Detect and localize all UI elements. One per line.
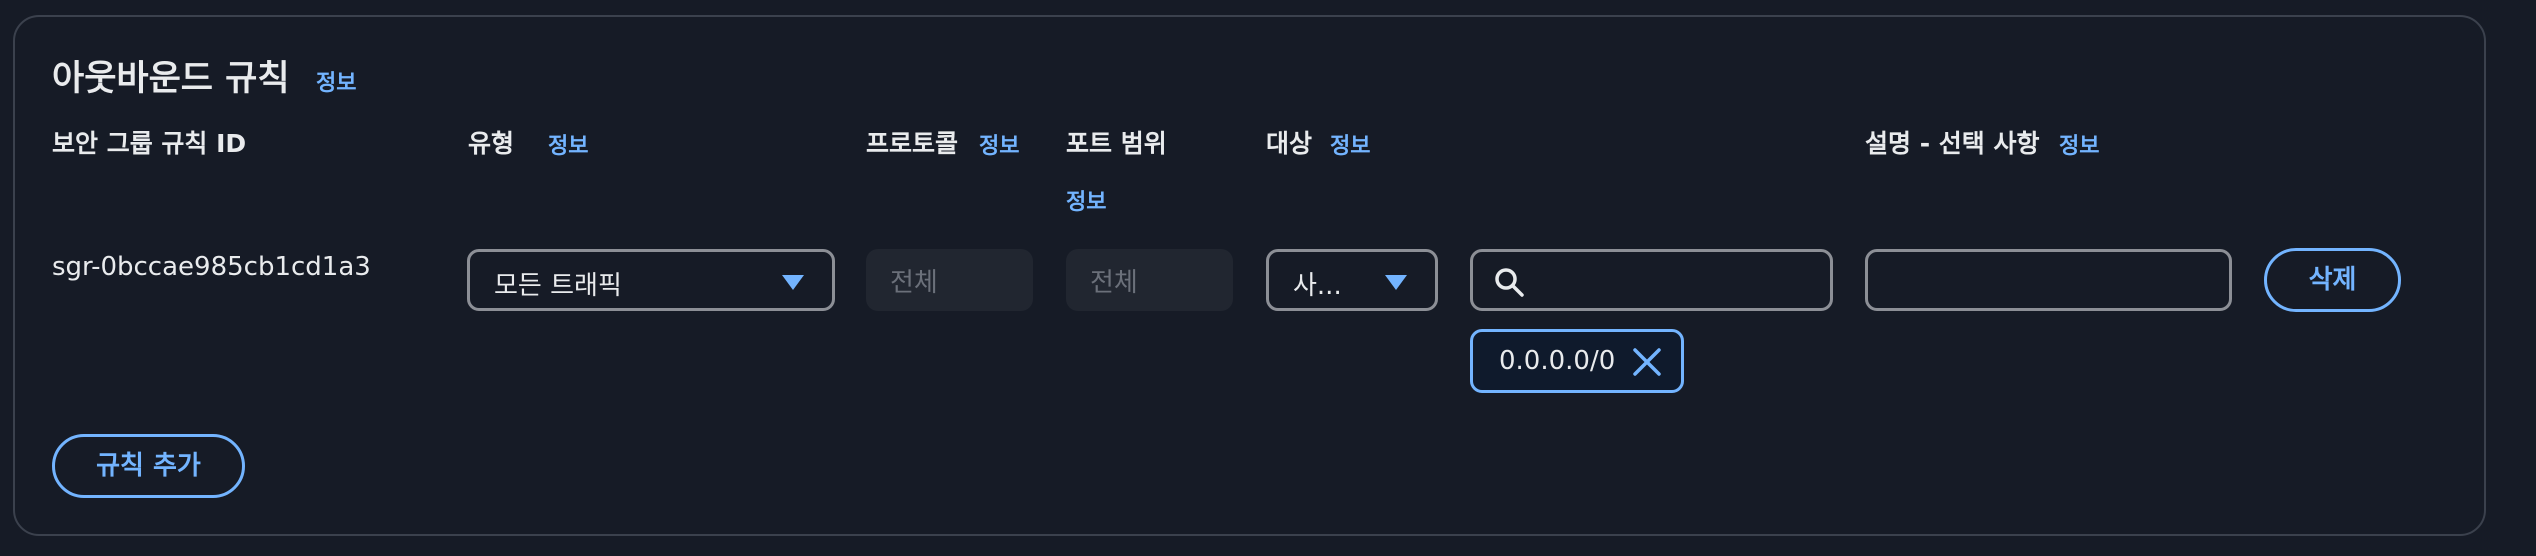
caret-down-icon [782, 275, 804, 290]
column-header-description: 설명 - 선택 사항 [1865, 129, 2040, 158]
column-header-port-range: 포트 범위 [1066, 129, 1167, 158]
column-header-type: 유형 [468, 129, 515, 158]
protocol-info-link[interactable]: 정보 [979, 128, 1019, 160]
description-input[interactable] [1865, 249, 2232, 311]
close-icon[interactable] [1631, 346, 1663, 378]
caret-down-icon [1385, 275, 1407, 290]
column-header-destination: 대상 [1266, 129, 1313, 158]
destination-info-link[interactable]: 정보 [1330, 128, 1370, 160]
column-header-rule-id: 보안 그룹 규칙 ID [52, 129, 247, 158]
destination-token-label: 0.0.0.0/0 [1499, 346, 1616, 376]
delete-rule-button[interactable]: 삭제 [2264, 248, 2401, 312]
destination-type-value: 사... [1293, 271, 1342, 301]
type-select-value: 모든 트래픽 [494, 271, 622, 301]
section-title: 아웃바운드 규칙 [52, 50, 290, 101]
destination-type-select[interactable]: 사... [1266, 249, 1438, 311]
protocol-input: 전체 [866, 249, 1033, 311]
column-header-protocol: 프로토콜 [866, 129, 959, 158]
port-range-input: 전체 [1066, 249, 1233, 311]
type-info-link[interactable]: 정보 [548, 128, 588, 160]
search-icon [1495, 268, 1524, 297]
section-info-link[interactable]: 정보 [316, 65, 356, 97]
type-select[interactable]: 모든 트래픽 [467, 249, 835, 311]
add-rule-button[interactable]: 규칙 추가 [52, 434, 245, 498]
destination-search-input[interactable] [1470, 249, 1833, 311]
destination-token: 0.0.0.0/0 [1470, 329, 1684, 393]
rule-id-value: sgr-0bccae985cb1cd1a3 [52, 252, 371, 282]
port-range-info-link[interactable]: 정보 [1066, 184, 1106, 216]
description-info-link[interactable]: 정보 [2059, 128, 2099, 160]
section-title-text: 아웃바운드 규칙 [52, 59, 290, 99]
